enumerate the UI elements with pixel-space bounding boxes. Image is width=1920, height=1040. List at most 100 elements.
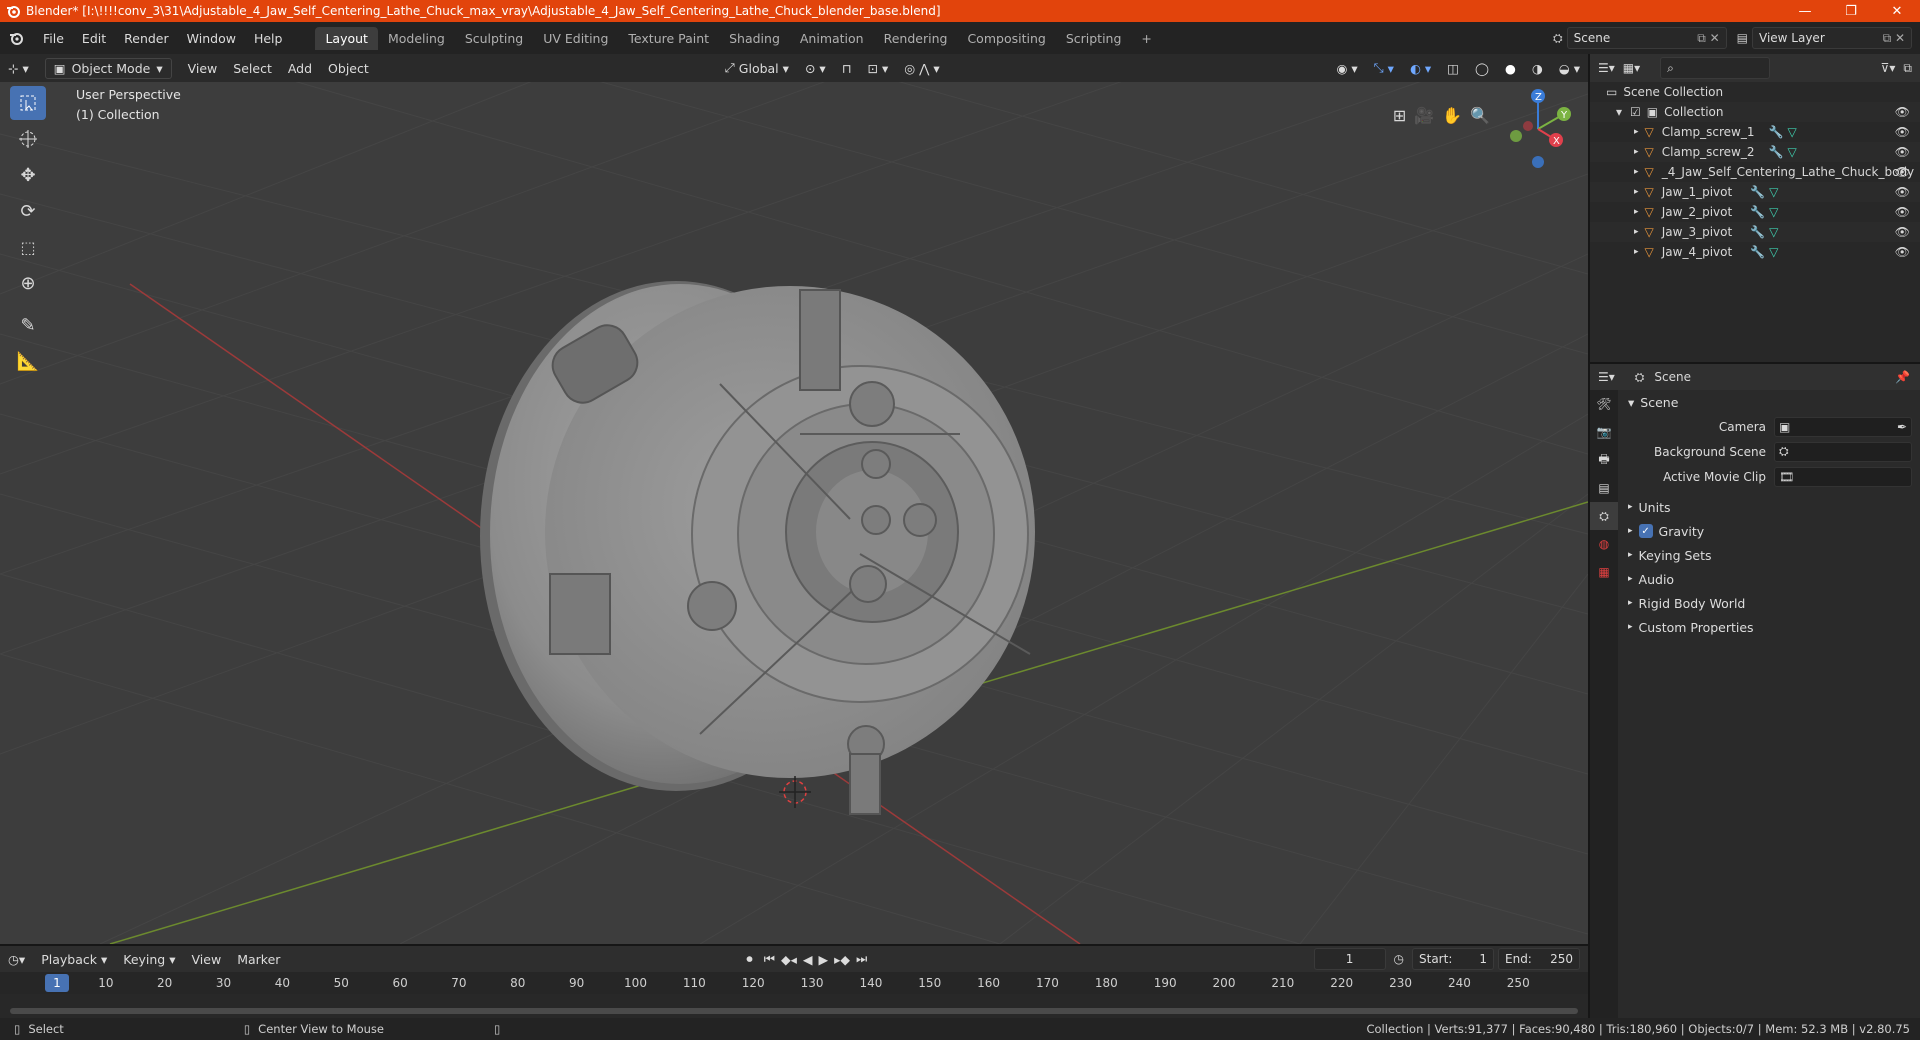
end-frame-field[interactable]: End: 250: [1498, 948, 1580, 970]
snap-toggle[interactable]: ⊓: [834, 61, 860, 76]
tab-texture-paint[interactable]: Texture Paint: [618, 27, 719, 50]
expand-arrow-icon[interactable]: ▸: [1634, 247, 1639, 257]
viewport-menu-view[interactable]: View: [180, 61, 226, 76]
editor-type-button[interactable]: ⊹ ▾: [0, 61, 37, 76]
background-scene-field[interactable]: ⛭: [1774, 441, 1912, 462]
transform-tool[interactable]: ⊕: [10, 266, 46, 300]
next-keyframe-button[interactable]: ▸◆: [831, 952, 853, 967]
units-panel[interactable]: ▸ Units: [1618, 495, 1920, 519]
snap-target-dropdown[interactable]: ⊡ ▾: [859, 61, 896, 76]
render-tab[interactable]: 📷: [1590, 418, 1618, 446]
annotate-tool[interactable]: ✎: [10, 308, 46, 342]
axis-gizmo[interactable]: Z Y X: [1498, 84, 1578, 174]
measure-tool[interactable]: 📐: [10, 344, 46, 378]
timeline-menu-view[interactable]: View: [184, 952, 230, 967]
view-layer-tab[interactable]: ▤: [1590, 474, 1618, 502]
toggle-camera-view-icon[interactable]: ⊞: [1393, 106, 1406, 125]
camera-view-icon[interactable]: 🎥: [1414, 106, 1434, 125]
eye-icon[interactable]: 👁: [1895, 185, 1910, 199]
gravity-panel[interactable]: ▸ ✓ Gravity: [1618, 519, 1920, 543]
play-button[interactable]: ▶: [815, 952, 831, 967]
outliner-object-row[interactable]: ▸ ▽ Clamp_screw_2 🔧 ▽ 👁: [1590, 142, 1920, 162]
jump-end-button[interactable]: ⏭: [853, 951, 870, 967]
proportional-edit-toggle[interactable]: ◎ ⋀ ▾: [896, 61, 947, 76]
world-tab[interactable]: ◍: [1590, 530, 1618, 558]
scene-field[interactable]: Scene ⧉ ✕: [1566, 27, 1727, 49]
eyedropper-icon[interactable]: ✒: [1897, 420, 1907, 434]
expand-arrow-icon[interactable]: ▸: [1634, 227, 1639, 237]
gizmo-toggle[interactable]: ⤡ ▾: [1366, 60, 1402, 76]
menu-render[interactable]: Render: [115, 31, 178, 46]
eye-icon[interactable]: 👁: [1895, 225, 1910, 239]
texture-tab[interactable]: ▦: [1590, 558, 1618, 586]
tab-compositing[interactable]: Compositing: [957, 27, 1055, 50]
expand-arrow-icon[interactable]: ▾: [1616, 105, 1622, 119]
add-workspace-button[interactable]: +: [1131, 27, 1161, 50]
outliner-editor-icon[interactable]: ☰▾: [1598, 61, 1615, 75]
shading-rendered[interactable]: ◒ ▾: [1551, 61, 1588, 76]
custom-properties-panel[interactable]: ▸ Custom Properties: [1618, 615, 1920, 639]
scene-tab[interactable]: ⛭: [1590, 502, 1618, 530]
collection-row[interactable]: ▾ ☑ ▣ Collection 👁: [1590, 102, 1920, 122]
shading-solid[interactable]: ●: [1497, 61, 1524, 76]
tab-rendering[interactable]: Rendering: [874, 27, 958, 50]
zoom-icon[interactable]: 🔍: [1470, 106, 1490, 125]
timeline-menu-keying[interactable]: Keying ▾: [115, 952, 183, 967]
move-tool[interactable]: ✥: [10, 158, 46, 192]
shading-wireframe[interactable]: ◯: [1467, 61, 1497, 76]
pan-hand-icon[interactable]: ✋: [1442, 106, 1462, 125]
blender-menu-icon[interactable]: [0, 28, 34, 48]
timeline-scrollbar[interactable]: [10, 1008, 1578, 1014]
outliner-search-input[interactable]: ⌕: [1660, 57, 1771, 79]
expand-arrow-icon[interactable]: ▸: [1634, 187, 1639, 197]
view-layer-field[interactable]: View Layer ⧉ ✕: [1752, 27, 1912, 49]
timeline-ruler[interactable]: 1 10 20 30 40 50 60 70 80 90 100 110 120 130 140 150 16…: [0, 972, 1588, 994]
transform-orientation-dropdown[interactable]: ⤢ Global ▾: [717, 60, 797, 76]
prev-keyframe-button[interactable]: ◆◂: [778, 952, 800, 967]
new-collection-icon[interactable]: ⧉: [1903, 61, 1912, 76]
rigid-body-world-panel[interactable]: ▸ Rigid Body World: [1618, 591, 1920, 615]
close-button[interactable]: ✕: [1874, 4, 1920, 19]
3d-viewport[interactable]: ⊹ ▾ ▣ Object Mode ▾ View Select Add Object…: [0, 54, 1588, 944]
pin-icon[interactable]: 📌: [1895, 370, 1910, 384]
filter-icon[interactable]: ⊽▾: [1881, 61, 1896, 75]
eye-icon[interactable]: 👁: [1895, 245, 1910, 259]
gravity-checkbox[interactable]: ✓: [1638, 524, 1653, 538]
eye-icon[interactable]: 👁: [1895, 205, 1910, 219]
mode-dropdown[interactable]: ▣ Object Mode ▾: [37, 57, 180, 79]
menu-help[interactable]: Help: [245, 31, 292, 46]
menu-window[interactable]: Window: [178, 31, 245, 46]
tab-shading[interactable]: Shading: [719, 27, 790, 50]
cursor-tool[interactable]: [10, 122, 46, 156]
expand-arrow-icon[interactable]: ▸: [1634, 127, 1639, 137]
select-box-tool[interactable]: [10, 86, 46, 120]
tab-uv-editing[interactable]: UV Editing: [533, 27, 618, 50]
tab-sculpting[interactable]: Sculpting: [455, 27, 533, 50]
keying-sets-panel[interactable]: ▸ Keying Sets: [1618, 543, 1920, 567]
visibility-dropdown[interactable]: ◉ ▾: [1328, 61, 1365, 76]
scale-tool[interactable]: ⬚: [10, 230, 46, 264]
tab-scripting[interactable]: Scripting: [1056, 27, 1132, 50]
play-reverse-button[interactable]: ◀: [800, 952, 816, 967]
new-scene-icon[interactable]: ⧉ ✕: [1697, 31, 1719, 46]
new-view-layer-icon[interactable]: ⧉ ✕: [1883, 31, 1905, 46]
outliner-object-row[interactable]: ▸ ▽ Jaw_4_pivot 🔧 ▽ 👁: [1590, 242, 1920, 262]
viewport-menu-object[interactable]: Object: [320, 61, 377, 76]
audio-panel[interactable]: ▸ Audio: [1618, 567, 1920, 591]
timeline-menu-marker[interactable]: Marker: [229, 952, 288, 967]
timeline-editor-icon[interactable]: ◷▾: [0, 952, 33, 967]
display-mode-icon[interactable]: ▦▾: [1623, 61, 1640, 75]
current-frame-indicator[interactable]: 1: [45, 974, 69, 992]
viewport-menu-add[interactable]: Add: [280, 61, 320, 76]
output-tab[interactable]: 🖶: [1590, 446, 1618, 474]
timeline-menu-playback[interactable]: Playback ▾: [33, 952, 115, 967]
outliner-object-row[interactable]: ▸ ▽ Jaw_1_pivot 🔧 ▽ 👁: [1590, 182, 1920, 202]
outliner-object-row[interactable]: ▸ ▽ Clamp_screw_1 🔧 ▽ 👁: [1590, 122, 1920, 142]
scene-section-header[interactable]: ▾ Scene: [1618, 390, 1920, 414]
menu-edit[interactable]: Edit: [73, 31, 115, 46]
preview-range-icon[interactable]: ◷: [1394, 952, 1404, 966]
start-frame-field[interactable]: Start: 1: [1412, 948, 1494, 970]
viewport-menu-select[interactable]: Select: [225, 61, 280, 76]
pivot-point-dropdown[interactable]: ⊙ ▾: [797, 61, 834, 76]
tab-layout[interactable]: Layout: [315, 26, 378, 50]
